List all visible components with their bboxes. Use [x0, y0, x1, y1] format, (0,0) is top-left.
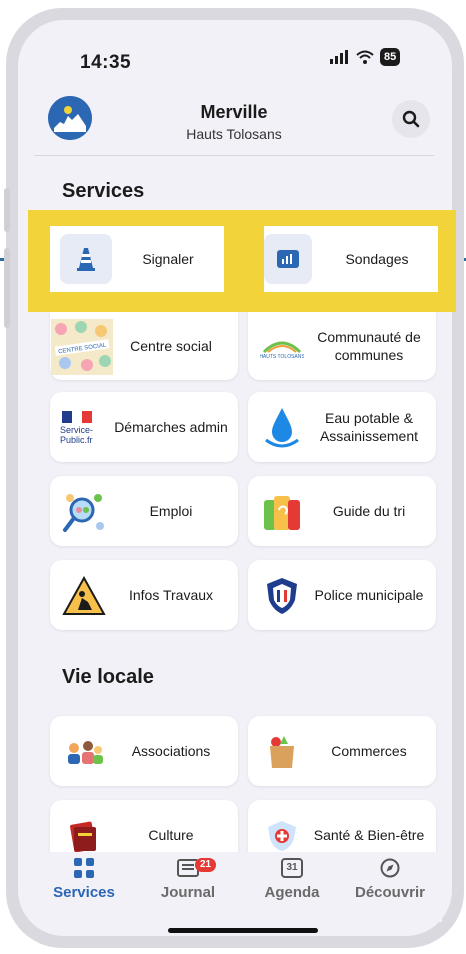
side-button — [4, 188, 10, 232]
service-card-guide-du-tri[interactable]: Guide du tri — [248, 476, 436, 546]
service-label: Guide du tri — [332, 503, 406, 519]
service-label: Police municipale — [314, 587, 424, 603]
traffic-cone-icon — [60, 234, 112, 284]
newspaper-icon — [138, 856, 238, 880]
service-label: Infos Travaux — [128, 587, 214, 603]
vie-locale-card-commerces[interactable]: Commerces — [248, 716, 436, 786]
app-header: Merville Hauts Tolosans — [34, 96, 434, 156]
service-card-infos-travaux[interactable]: Infos Travaux — [50, 560, 238, 630]
service-card-demarches-admin[interactable]: Service-Public.fr Démarches admin — [50, 392, 238, 462]
service-label: Communauté de communes — [317, 329, 421, 363]
service-label: Signaler — [142, 251, 194, 267]
calendar-date: 31 — [286, 862, 298, 873]
page-subtitle: Hauts Tolosans — [186, 126, 282, 142]
service-label: Centre social — [130, 338, 212, 354]
service-card-police-municipale[interactable]: Police municipale — [248, 560, 436, 630]
service-card-sondages[interactable]: Sondages — [264, 226, 438, 292]
nav-label: Agenda — [264, 884, 320, 901]
nav-label: Services — [53, 884, 115, 901]
compass-icon — [340, 856, 440, 880]
grid-icon — [34, 856, 134, 880]
service-card-emploi[interactable]: Emploi — [50, 476, 238, 546]
service-card-eau-potable[interactable]: Eau potable & Assainissement — [248, 392, 436, 462]
service-card-signaler[interactable]: Signaler — [50, 226, 224, 292]
vie-locale-label: Associations — [131, 743, 211, 759]
status-icons: 85 — [330, 48, 401, 66]
nav-label: Journal — [160, 884, 216, 901]
vie-locale-label: Culture — [148, 827, 194, 843]
people-group-icon — [60, 728, 108, 776]
service-public-logo-icon: Service-Public.fr — [60, 404, 108, 452]
side-button — [4, 248, 10, 328]
nav-tab-services[interactable]: Services — [34, 856, 134, 901]
bar-chart-icon — [264, 234, 312, 284]
section-title-vie-locale: Vie locale — [62, 666, 154, 688]
svg-text:HAUTS TOLOSANS: HAUTS TOLOSANS — [260, 354, 304, 360]
service-card-communaute-de-communes[interactable]: HAUTS TOLOSANS Communauté de communes — [248, 312, 436, 380]
service-label: Emploi — [149, 503, 193, 519]
bottom-navigation: Services 21 Journal 31 Agenda Découvrir — [34, 852, 442, 922]
service-label: Démarches admin — [114, 419, 228, 435]
service-label: Eau potable & Assainissement — [319, 410, 419, 444]
calendar-icon: 31 — [242, 856, 342, 880]
service-card-centre-social[interactable]: CENTRE SOCIAL Centre social — [50, 312, 238, 380]
journal-badge: 21 — [195, 858, 217, 872]
town-logo-icon — [48, 96, 92, 140]
vie-locale-label: Santé & Bien-être — [313, 827, 425, 843]
search-button[interactable] — [392, 100, 430, 138]
header-divider — [34, 155, 434, 156]
wifi-icon — [356, 50, 374, 64]
recycling-bin-icon — [258, 488, 306, 536]
water-drop-icon — [258, 404, 306, 452]
roadworks-sign-icon — [60, 572, 108, 620]
nav-tab-journal[interactable]: 21 Journal — [138, 856, 238, 901]
section-title-services: Services — [62, 180, 145, 202]
battery-indicator: 85 — [380, 48, 401, 66]
nav-tab-decouvrir[interactable]: Découvrir — [340, 856, 440, 901]
vie-locale-label: Commerces — [331, 743, 407, 759]
service-public-logo-text: Service-Public.fr — [60, 425, 94, 445]
service-label: Sondages — [345, 251, 409, 267]
centre-social-logo-icon: CENTRE SOCIAL — [50, 318, 114, 376]
vie-locale-card-associations[interactable]: Associations — [50, 716, 238, 786]
signal-icon — [330, 50, 348, 64]
town-logo[interactable] — [48, 96, 92, 140]
nav-tab-agenda[interactable]: 31 Agenda — [242, 856, 342, 901]
people-search-icon — [60, 488, 108, 536]
search-icon — [402, 110, 420, 128]
hauts-tolosans-logo-icon: HAUTS TOLOSANS — [258, 324, 306, 372]
page-title: Merville — [200, 102, 268, 122]
home-indicator — [168, 928, 318, 933]
status-time: 14:35 — [80, 52, 132, 73]
shopping-bag-icon — [258, 728, 306, 776]
police-badge-icon — [258, 572, 306, 620]
nav-label: Découvrir — [354, 884, 426, 901]
